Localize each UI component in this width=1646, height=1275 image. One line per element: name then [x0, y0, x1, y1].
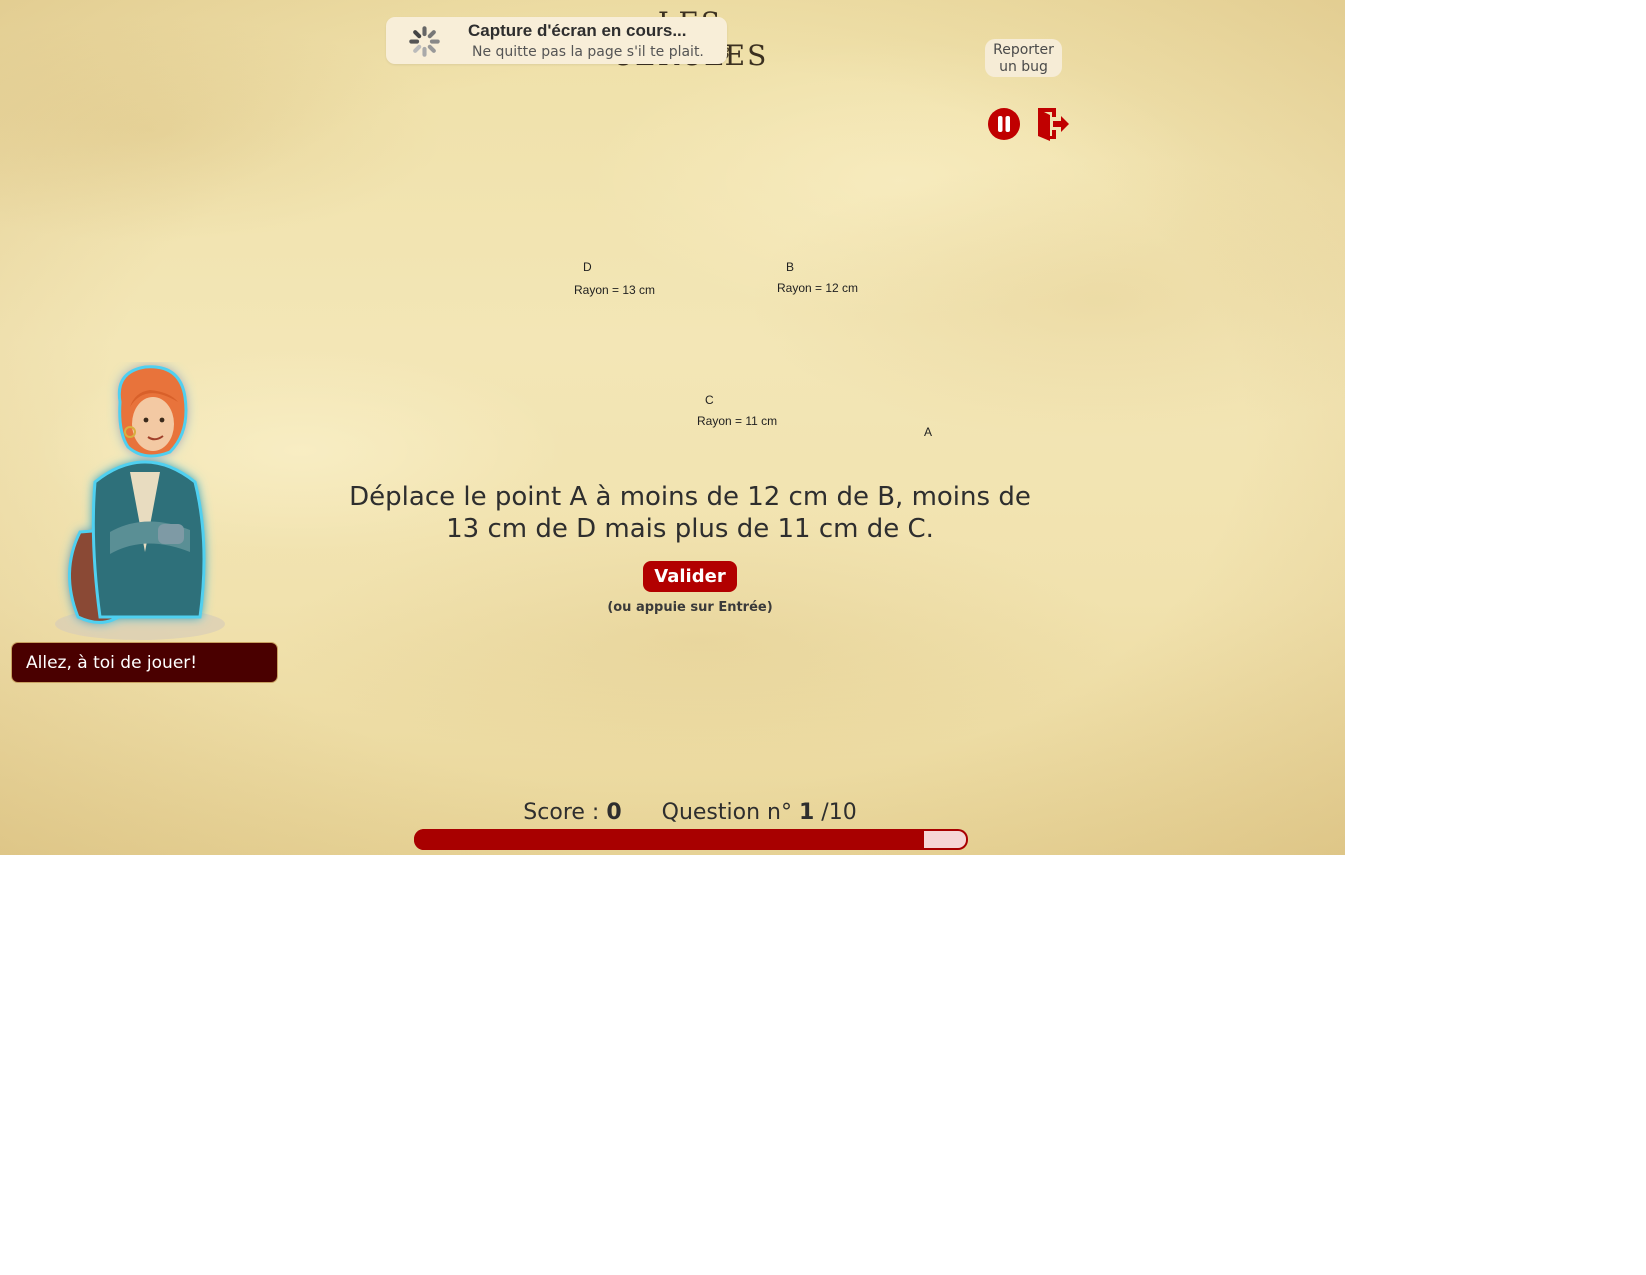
validate-button[interactable]: Valider: [643, 561, 737, 592]
character-illustration: [55, 365, 225, 640]
exit-door-icon[interactable]: [1036, 106, 1070, 142]
enter-key-hint: (ou appuie sur Entrée): [607, 600, 773, 615]
question-label: Question n°: [661, 800, 792, 825]
point-b-label: B: [786, 260, 795, 274]
toast-title: Capture d'écran en cours...: [468, 21, 687, 40]
circle-b-radius-label: Rayon = 12 cm: [777, 281, 859, 295]
question-text: Déplace le point A à moins de 12 cm de B…: [349, 482, 1031, 544]
loading-spinner-icon: [409, 26, 440, 57]
report-bug-label-line2: un bug: [999, 59, 1048, 75]
draggable-point-a[interactable]: A: [924, 425, 932, 439]
time-progress-bar: [414, 829, 968, 850]
question-total: /10: [821, 800, 857, 825]
score-status: Score : 0 Question n° 1 /10: [500, 800, 880, 825]
question-number: 1: [798, 800, 815, 825]
circle-c-radius-label: Rayon = 11 cm: [697, 414, 778, 428]
time-progress-fill: [414, 829, 924, 850]
toast-message: Ne quitte pas la page s'il te plait.: [472, 44, 704, 60]
report-bug-button[interactable]: Reporter un bug: [985, 39, 1062, 77]
character-speech-bubble: Allez, à toi de jouer!: [11, 642, 278, 683]
screenshot-toast: Capture d'écran en cours... Ne quitte pa…: [386, 17, 727, 64]
score-label: Score :: [523, 800, 600, 825]
pause-icon[interactable]: [987, 107, 1021, 141]
score-value: 0: [606, 800, 622, 825]
point-d-label: D: [583, 260, 592, 274]
circle-d-radius-label: Rayon = 13 cm: [574, 283, 656, 297]
report-bug-label-line1: Reporter: [993, 42, 1054, 58]
point-c-label: C: [705, 393, 714, 407]
game-area: LES CERCLES 13 Capture d'écran en cours.…: [0, 0, 1345, 855]
